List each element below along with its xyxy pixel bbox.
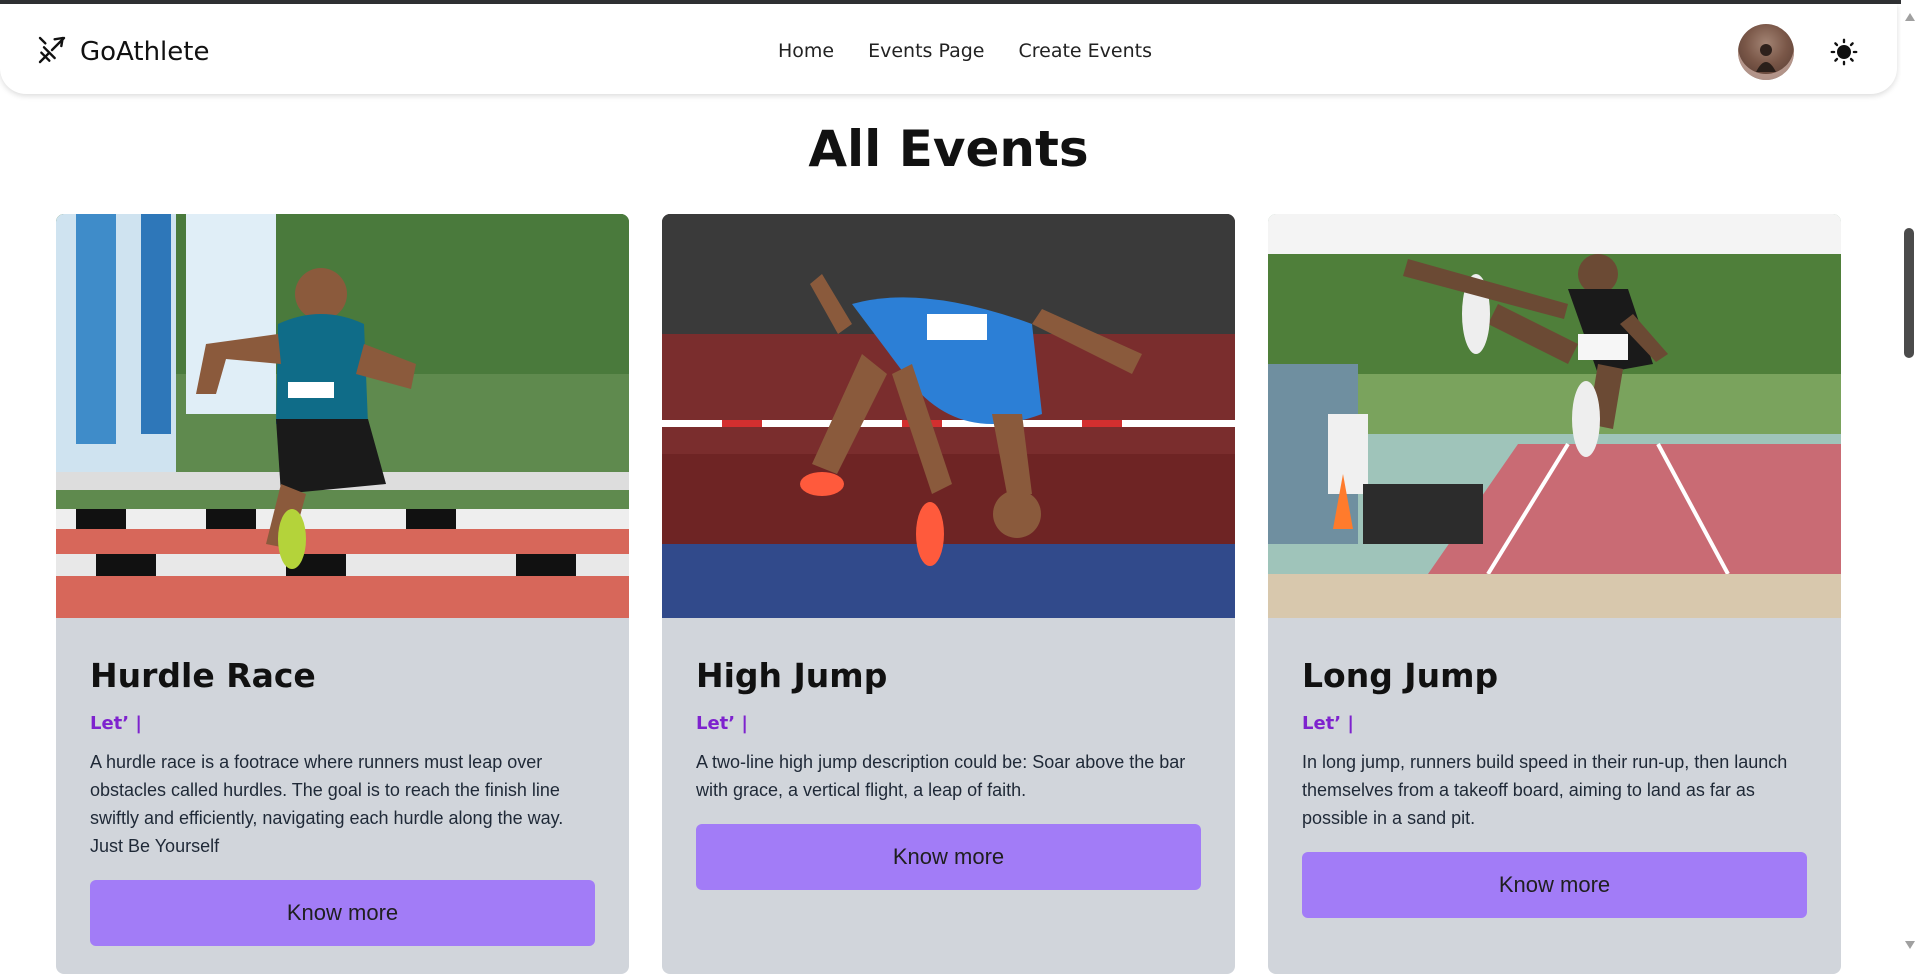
plane-arrow-icon (36, 34, 68, 70)
page-title: All Events (808, 120, 1089, 178)
event-title: Long Jump (1302, 656, 1499, 695)
event-tag: Let’ | (90, 713, 142, 734)
scroll-up-arrow-icon[interactable] (1905, 6, 1915, 25)
event-card: Hurdle Race Let’ | A hurdle race is a fo… (56, 214, 629, 974)
event-description: In long jump, runners build speed in the… (1302, 752, 1788, 828)
scrollbar-thumb[interactable] (1904, 228, 1914, 358)
main-nav: Home Events Page Create Events (778, 40, 1152, 62)
event-tag: Let’ | (1302, 713, 1354, 734)
nav-events-page[interactable]: Events Page (868, 40, 984, 62)
event-description: A two-line high jump description could b… (696, 752, 1186, 800)
events-grid: Hurdle Race Let’ | A hurdle race is a fo… (56, 214, 1841, 974)
know-more-button[interactable]: Know more (696, 824, 1201, 890)
scroll-down-arrow-icon[interactable] (1905, 934, 1915, 953)
know-more-button[interactable]: Know more (90, 880, 595, 946)
nav-home[interactable]: Home (778, 40, 834, 62)
event-description: A hurdle race is a footrace where runner… (90, 752, 564, 856)
long-jump-athlete-photo (1268, 214, 1841, 618)
event-card: Long Jump Let’ | In long jump, runners b… (1268, 214, 1841, 974)
navbar: GoAthlete Home Events Page Create Events (0, 4, 1897, 94)
vertical-scrollbar[interactable] (1901, 0, 1920, 952)
event-title: High Jump (696, 656, 888, 695)
event-title: Hurdle Race (90, 656, 316, 695)
brand-name: GoAthlete (80, 37, 210, 67)
sun-icon[interactable] (1830, 38, 1858, 70)
user-avatar[interactable] (1738, 24, 1794, 80)
nav-create-events[interactable]: Create Events (1018, 40, 1152, 62)
know-more-button[interactable]: Know more (1302, 852, 1807, 918)
brand[interactable]: GoAthlete (36, 34, 209, 70)
event-tag: Let’ | (696, 713, 748, 734)
high-jump-athlete-photo (662, 214, 1235, 618)
event-card: High Jump Let’ | A two-line high jump de… (662, 214, 1235, 974)
hurdle-athlete-photo (56, 214, 629, 618)
